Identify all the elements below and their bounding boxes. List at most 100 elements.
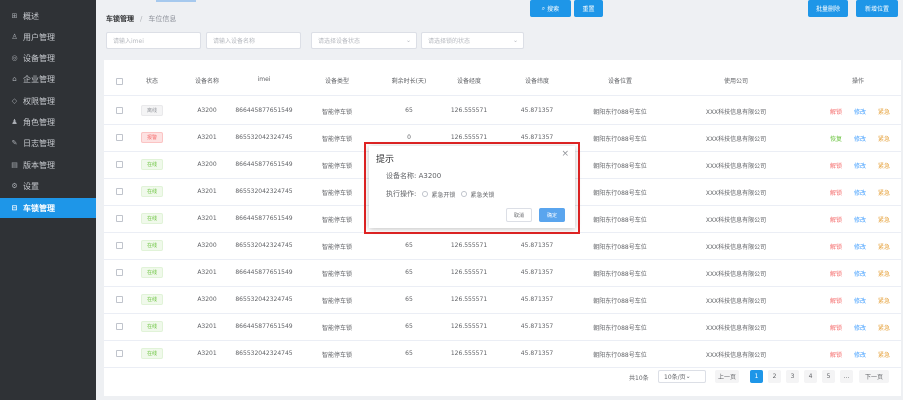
cell-days: 65 [405,242,413,249]
shield-icon: ◇ [11,96,18,105]
radio-emergency-close[interactable]: 紧急关锁 [461,190,494,199]
device-name-placeholder: 请输入设备名称 [213,38,256,45]
prev-page-button[interactable]: 上一页 [715,370,740,383]
cell-lat: 45.871357 [520,242,554,249]
row-checkbox[interactable] [116,161,123,168]
cell-days: 65 [405,269,413,276]
urgent-link[interactable]: 紧急 [878,269,890,278]
cell-lng: 126.555571 [450,323,488,330]
edit-link[interactable]: 修改 [854,242,866,251]
row-checkbox[interactable] [116,134,123,141]
cell-imei: 866445877651549 [235,161,293,168]
edit-link[interactable]: 修改 [854,215,866,224]
edit-link[interactable]: 修改 [854,296,866,305]
edit-link[interactable]: 修改 [854,269,866,278]
sidebar-item[interactable]: ⊟ 车锁管理 [0,198,96,218]
row-checkbox[interactable] [116,188,123,195]
sidebar-item[interactable]: ◎ 设备管理 [0,49,96,69]
urgent-link[interactable]: 紧急 [878,242,890,251]
sidebar-item[interactable]: ⊞ 概述 [0,6,96,26]
row-checkbox[interactable] [116,269,123,276]
search-button[interactable]: ⌕ 搜索 [530,0,571,17]
sidebar-item[interactable]: ⚙ 设置 [0,176,96,196]
row-checkbox[interactable] [116,107,123,114]
row-checkbox[interactable] [116,323,123,330]
row-checkbox[interactable] [116,242,123,249]
cell-company: XXX科技信息有限公司 [705,217,767,224]
urgent-link[interactable]: 紧急 [878,107,890,116]
sidebar-item[interactable]: ✎ 日志管理 [0,134,96,154]
edit-link[interactable]: 修改 [854,161,866,170]
sidebar-item[interactable]: ♟ 角色管理 [0,113,96,133]
row-checkbox[interactable] [116,350,123,357]
sidebar-item[interactable]: ⌂ 企业管理 [0,70,96,90]
page-button[interactable]: 2 [768,370,781,383]
unlock-link[interactable]: 解锁 [830,323,842,332]
lock-status-select[interactable]: 请选择锁的状态 ⌄ [421,32,524,49]
urgent-link[interactable]: 紧急 [878,134,890,143]
cancel-button[interactable]: 取消 [506,208,532,222]
sidebar-item[interactable]: ▤ 版本管理 [0,155,96,175]
page-size-select[interactable]: 10条/页 ⌄ [658,370,706,383]
urgent-link[interactable]: 紧急 [878,296,890,305]
urgent-link[interactable]: 紧急 [878,161,890,170]
cell-location: 朝阳东行088号车位 [593,244,647,251]
cell-type: 智能停车锁 [321,109,353,116]
cell-days: 65 [405,107,413,114]
edit-link[interactable]: 修改 [854,107,866,116]
page-button[interactable]: ... [840,370,853,383]
urgent-link[interactable]: 紧急 [878,188,890,197]
status-badge: 在线 [141,294,163,305]
urgent-link[interactable]: 紧急 [878,350,890,359]
edit-link[interactable]: 修改 [854,188,866,197]
confirm-button[interactable]: 确定 [539,208,565,222]
column-header: 设备位置 [607,78,633,85]
cell-type: 智能停车锁 [321,163,353,170]
next-page-button[interactable]: 下一页 [859,370,889,383]
edit-link[interactable]: 修改 [854,350,866,359]
unlock-link[interactable]: 解锁 [830,350,842,359]
edit-link[interactable]: 修改 [854,323,866,332]
header-divider [104,95,901,96]
add-location-button[interactable]: 新增位置 [856,0,898,17]
page-button[interactable]: 1 [750,370,763,383]
page-button[interactable]: 4 [804,370,817,383]
cell-lat: 45.871357 [520,350,554,357]
cell-company: XXX科技信息有限公司 [705,190,767,197]
unlock-link[interactable]: 解锁 [830,188,842,197]
breadcrumb-parent[interactable]: 车锁管理 [106,14,134,24]
select-all-checkbox[interactable] [116,78,123,85]
close-icon[interactable]: × [561,149,569,159]
radio-emergency-open[interactable]: 紧急开锁 [422,190,455,199]
search-icon: ⌕ [541,4,546,12]
reset-button[interactable]: 重置 [574,0,603,17]
tab-indicator [156,0,196,2]
page-button[interactable]: 3 [786,370,799,383]
table-row: 离线 A3200 866445877651549 智能停车锁 65 126.555571 4… [104,97,901,124]
status-select[interactable]: 请选择设备状态 ⌄ [311,32,417,49]
urgent-link[interactable]: 紧急 [878,323,890,332]
edit-link[interactable]: 修改 [854,134,866,143]
unlock-link[interactable]: 解锁 [830,296,842,305]
device-name-input[interactable]: 请输入设备名称 [206,32,301,49]
unlock-link[interactable]: 解锁 [830,161,842,170]
batch-delete-button[interactable]: 批量删除 [808,0,848,17]
unlock-link[interactable]: 解锁 [830,215,842,224]
unlock-link[interactable]: 解锁 [830,242,842,251]
unlock-link[interactable]: 恢复 [830,134,842,143]
cell-type: 智能停车锁 [321,298,353,305]
sidebar-item[interactable]: ◇ 权限管理 [0,91,96,111]
table-row: 在线 A3201 866445877651549 智能停车锁 65 126.555571 4… [104,259,901,286]
row-checkbox[interactable] [116,215,123,222]
urgent-link[interactable]: 紧急 [878,215,890,224]
cell-lat: 45.871357 [520,107,554,114]
unlock-link[interactable]: 解锁 [830,107,842,116]
grid-icon: ⊞ [11,11,18,20]
imei-input[interactable]: 请输入imei [106,32,201,49]
sidebar-item[interactable]: ♙ 用户管理 [0,27,96,47]
status-select-placeholder: 请选择设备状态 [318,38,361,45]
row-checkbox[interactable] [116,296,123,303]
unlock-link[interactable]: 解锁 [830,269,842,278]
cell-lat: 45.871357 [520,296,554,303]
page-button[interactable]: 5 [822,370,835,383]
